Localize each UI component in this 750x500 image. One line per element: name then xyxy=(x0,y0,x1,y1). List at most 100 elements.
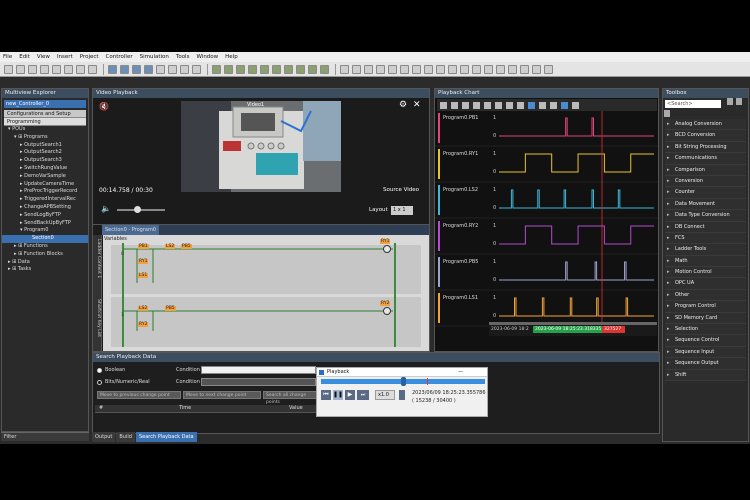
volume-icon[interactable]: 🔈 xyxy=(101,204,111,213)
menu-tools[interactable]: Tools xyxy=(176,54,190,60)
tree-item[interactable]: ▾ Program0 xyxy=(2,227,88,235)
chart-tool-icon[interactable] xyxy=(473,101,480,109)
toolbar-button[interactable] xyxy=(376,64,385,74)
toolbox-category[interactable]: OPC UA xyxy=(665,278,746,290)
tab-configurations[interactable]: Configurations and Setup xyxy=(4,110,86,118)
toolbox-category[interactable]: Program Control xyxy=(665,301,746,313)
volume-slider[interactable] xyxy=(117,209,165,211)
toolbar-button[interactable] xyxy=(236,64,245,74)
menu-simulation[interactable]: Simulation xyxy=(140,54,169,60)
toolbox-category[interactable]: Sequence Output xyxy=(665,358,746,370)
tree-item[interactable]: ▾ ⊞ Programs xyxy=(2,134,88,142)
toolbar-button[interactable] xyxy=(340,64,349,74)
contact-label[interactable]: PB1 xyxy=(138,244,149,249)
chart-tool-icon[interactable] xyxy=(528,101,535,109)
ladder-canvas[interactable]: Variables 0 1 PB1 LS2 PB5 RY1 RY1 LS1 LS… xyxy=(103,235,429,351)
toolbox-category[interactable]: Shift xyxy=(665,369,746,381)
toolbar-button[interactable] xyxy=(296,64,305,74)
toolbox-category[interactable]: Data Movement xyxy=(665,198,746,211)
toolbar-button[interactable] xyxy=(132,64,141,74)
chart-tool-icon[interactable] xyxy=(495,101,502,109)
tab-output[interactable]: Output xyxy=(92,432,116,442)
toolbar-button[interactable] xyxy=(28,64,37,74)
toolbar-button[interactable] xyxy=(400,64,409,74)
toolbar-button[interactable] xyxy=(120,64,129,74)
chart-tool-icon[interactable] xyxy=(484,101,491,109)
toolbar-button[interactable] xyxy=(472,64,481,74)
contact-label[interactable]: LS2 xyxy=(138,306,149,311)
toolbox-tool-icon[interactable] xyxy=(735,98,742,105)
step-back-button[interactable]: ⏮ xyxy=(321,390,331,400)
toolbox-category[interactable]: BCD Conversion xyxy=(665,130,746,142)
toolbox-category[interactable]: Ladder Tools xyxy=(665,244,746,256)
toolbar-button[interactable] xyxy=(272,64,281,74)
toolbar-button[interactable] xyxy=(76,64,85,74)
chart-tool-icon[interactable] xyxy=(572,101,579,109)
toolbar-button[interactable] xyxy=(64,64,73,74)
toolbox-category[interactable]: Motion Control xyxy=(665,267,746,279)
toolbox-category[interactable]: Counter xyxy=(665,187,746,199)
toolbar-button[interactable] xyxy=(320,64,329,74)
toolbar-button[interactable] xyxy=(484,64,493,74)
toolbox-category[interactable]: Communications xyxy=(665,153,746,165)
contact-label[interactable]: LS1 xyxy=(138,273,149,278)
search-all-button[interactable]: Search all change points xyxy=(263,391,317,405)
chart-tool-icon[interactable] xyxy=(440,101,447,109)
toolbar-button[interactable] xyxy=(308,64,317,74)
prev-change-button[interactable]: Move to previous change point xyxy=(97,391,181,399)
toolbar-button[interactable] xyxy=(460,64,469,74)
controller-select[interactable]: new_Controller_0 xyxy=(4,100,86,108)
toolbar-button[interactable] xyxy=(448,64,457,74)
mute-icon[interactable]: 🔇 xyxy=(99,102,109,111)
contact-label[interactable]: RY1 xyxy=(138,259,149,264)
tree-item[interactable]: ▸ ChangeAPBSetting xyxy=(2,204,88,212)
toolbar-button[interactable] xyxy=(508,64,517,74)
toolbar-button[interactable] xyxy=(4,64,13,74)
tree-item[interactable]: ▸ ⊞ Function Blocks xyxy=(2,251,88,259)
condition-input[interactable] xyxy=(201,378,316,386)
chart-tool-icon[interactable] xyxy=(451,101,458,109)
layout-select[interactable]: 1 x 1 xyxy=(391,206,413,215)
tree-item[interactable]: ▸ PreProcTriggerRecord xyxy=(2,188,88,196)
toolbar-button[interactable] xyxy=(496,64,505,74)
tab-programming[interactable]: Programming xyxy=(4,118,86,126)
toolbar-button[interactable] xyxy=(156,64,165,74)
menu-project[interactable]: Project xyxy=(80,54,99,60)
tree-item[interactable]: ▸ OutputSearch3 xyxy=(2,157,88,165)
toolbox-category[interactable]: Sequence Input xyxy=(665,346,746,359)
condition-input[interactable] xyxy=(201,366,316,374)
toolbox-category[interactable]: Bit String Processing xyxy=(665,141,746,154)
tab-shortcut-keys[interactable]: Shortcut Key List xyxy=(96,299,101,337)
close-icon[interactable]: ✕ xyxy=(413,100,421,110)
step-forward-button[interactable]: ⏭ xyxy=(357,390,369,400)
toolbox-category[interactable]: Math xyxy=(665,255,746,267)
coil-label[interactable]: RY1 xyxy=(380,239,391,244)
filter-bar[interactable]: Filter xyxy=(1,432,89,441)
toolbar-button[interactable] xyxy=(52,64,61,74)
chart-tool-icon[interactable] xyxy=(517,101,524,109)
contact-label[interactable]: PB5 xyxy=(165,306,176,311)
contact-label[interactable]: RY2 xyxy=(138,322,149,327)
timeline-track[interactable] xyxy=(489,322,657,325)
menu-window[interactable]: Window xyxy=(196,54,218,60)
timeline[interactable]: 2023-06-09 18:2 2023-06-09 18:25:23.3183… xyxy=(489,322,657,336)
menu-file[interactable]: File xyxy=(3,54,12,60)
toolbox-category[interactable]: DB Connect xyxy=(665,221,746,233)
menu-edit[interactable]: Edit xyxy=(19,54,30,60)
toolbar-button[interactable] xyxy=(168,64,177,74)
toolbar-button[interactable] xyxy=(248,64,257,74)
tree-item[interactable]: ▸ ⊞ Data xyxy=(2,259,88,267)
menu-controller[interactable]: Controller xyxy=(106,54,133,60)
seek-knob[interactable] xyxy=(401,377,406,386)
toolbar-button[interactable] xyxy=(40,64,49,74)
toolbox-category[interactable]: Conversion xyxy=(665,175,746,188)
tree-item[interactable]: ▸ OutputSearch2 xyxy=(2,149,88,157)
volume-slider-knob[interactable] xyxy=(134,206,141,213)
tree-item[interactable]: ▸ OutputSearch1 xyxy=(2,142,88,150)
toolbox-category[interactable]: FCS xyxy=(665,232,746,245)
toolbar-button[interactable] xyxy=(520,64,529,74)
toolbar-button[interactable] xyxy=(352,64,361,74)
toolbar-button[interactable] xyxy=(224,64,233,74)
toolbox-search-input[interactable]: <Search> xyxy=(665,100,721,108)
toolbar-button[interactable] xyxy=(16,64,25,74)
